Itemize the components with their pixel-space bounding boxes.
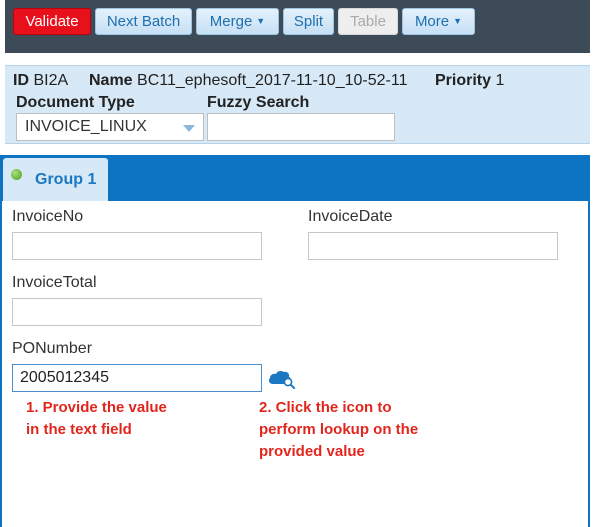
batch-id-value: BI2A [33, 72, 69, 89]
batch-id-label: ID [13, 72, 29, 89]
annotation-step-1-line-1: 1. Provide the value [26, 399, 167, 416]
po-number-label: PONumber [12, 340, 93, 357]
more-button-label: More [414, 13, 450, 30]
annotation-step-2: 2. Click the icon to perform lookup on t… [259, 397, 418, 463]
invoice-date-field[interactable] [308, 232, 558, 260]
invoice-no-label: InvoiceNo [12, 208, 84, 225]
document-type-label: Document Type [16, 94, 135, 111]
batch-name: Name BC11_ephesoft_2017-11-10_10-52-11 [89, 72, 407, 90]
split-button-label: Split [293, 13, 324, 30]
next-batch-button-label: Next Batch [106, 13, 181, 30]
document-fields-panel: InvoiceNo InvoiceDate InvoiceTotal PONum… [0, 201, 590, 527]
table-button[interactable]: Table [338, 8, 398, 35]
status-dot-icon [11, 169, 22, 180]
annotation-step-1: 1. Provide the value in the text field [26, 397, 167, 441]
invoice-total-label: InvoiceTotal [12, 274, 97, 291]
table-button-label: Table [350, 13, 386, 30]
merge-button[interactable]: Merge ▼ [196, 8, 279, 35]
invoice-no-field[interactable] [12, 232, 262, 260]
chevron-down-icon: ▼ [256, 16, 266, 26]
validate-button[interactable]: Validate [13, 8, 91, 35]
tab-group-1[interactable]: Group 1 [3, 158, 108, 201]
merge-button-label: Merge [209, 13, 253, 30]
more-button[interactable]: More ▼ [402, 8, 475, 35]
annotation-step-2-line-1: 2. Click the icon to [259, 399, 392, 416]
batch-info-panel: ID BI2A Name BC11_ephesoft_2017-11-10_10… [5, 65, 590, 144]
chevron-down-icon: ▼ [453, 16, 463, 26]
invoice-date-label: InvoiceDate [308, 208, 393, 225]
batch-name-value: BC11_ephesoft_2017-11-10_10-52-11 [137, 72, 408, 89]
annotation-step-1-line-2: in the text field [26, 421, 132, 438]
fuzzy-search-input[interactable] [207, 113, 395, 141]
fuzzy-search-label: Fuzzy Search [207, 94, 310, 111]
split-button[interactable]: Split [283, 8, 334, 35]
batch-priority: Priority 1 [435, 72, 504, 90]
toolbar: Validate Next Batch Merge ▼ Split Table M… [5, 0, 590, 53]
batch-priority-label: Priority [435, 72, 492, 89]
annotation-step-2-line-2: perform lookup on the [259, 421, 419, 438]
batch-id: ID BI2A [13, 72, 68, 90]
annotation-step-2-line-3: provided value [259, 443, 365, 460]
invoice-total-field[interactable] [12, 298, 262, 326]
batch-priority-value: 1 [495, 72, 505, 89]
chevron-down-icon [183, 125, 195, 132]
group-tab-bar: Group 1 [0, 155, 590, 201]
next-batch-button[interactable]: Next Batch [95, 8, 192, 35]
document-type-value: INVOICE_LINUX [25, 118, 147, 135]
batch-name-label: Name [89, 72, 133, 89]
po-number-field[interactable]: 2005012345 [12, 364, 262, 392]
cloud-search-icon[interactable] [267, 368, 297, 390]
validate-button-label: Validate [25, 13, 79, 30]
document-type-select[interactable]: INVOICE_LINUX [16, 113, 204, 141]
tab-group-1-label: Group 1 [35, 171, 97, 188]
